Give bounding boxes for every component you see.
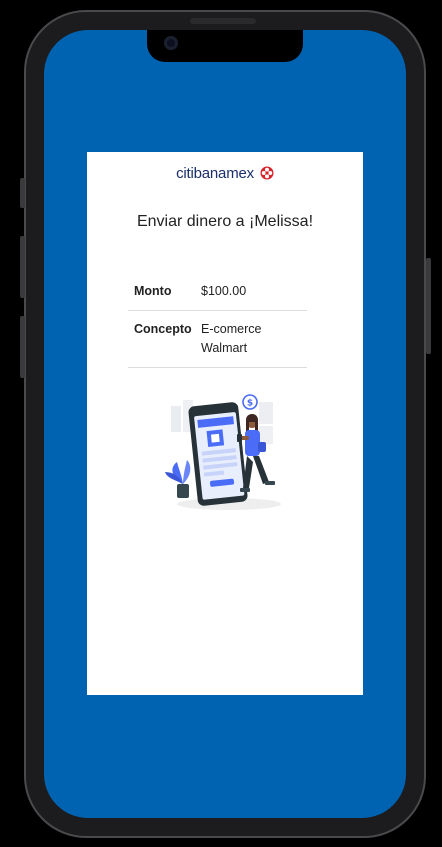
brand-logo: citibanamex [87,165,363,182]
brand-name: citibanamex [176,165,254,182]
transfer-details: Monto $100.00 Concepto E-comerce Walmart [128,273,307,368]
svg-text:$: $ [247,399,253,409]
amount-row: Monto $100.00 [128,273,307,311]
concept-row: Concepto E-comerce Walmart [128,311,307,368]
concept-label: Concepto [134,322,192,336]
concept-value-line1: E-comerce [201,322,262,336]
silent-switch [20,178,25,208]
transfer-card: citibanamex Enviar dinero a ¡Melissa! Mo… [87,152,363,695]
page-title: Enviar dinero a ¡Melissa! [136,213,314,230]
concept-value: E-comerce Walmart [201,320,261,358]
concept-value-line2: Walmart [201,341,248,355]
mobile-payment-illustration: $ [165,394,281,510]
volume-up-button [20,236,25,298]
power-button [426,258,431,354]
amount-label: Monto [134,284,172,298]
banamex-flower-icon [260,166,274,180]
volume-down-button [20,316,25,378]
amount-value: $100.00 [201,284,247,298]
front-camera-icon [164,36,178,50]
speaker-grille [190,18,256,24]
